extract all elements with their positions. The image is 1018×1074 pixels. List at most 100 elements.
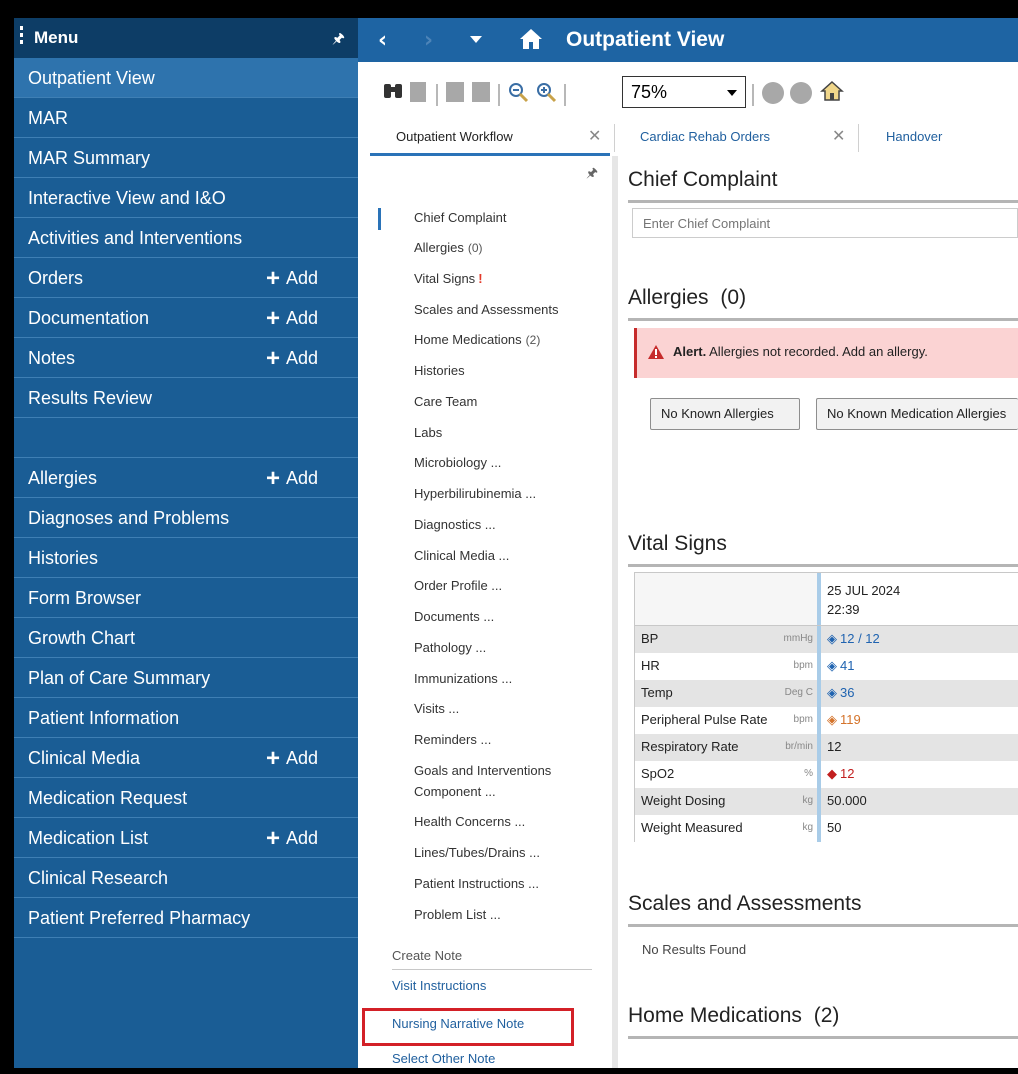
chief-complaint-input[interactable]: [641, 209, 1005, 237]
zoom-select[interactable]: 75%: [622, 76, 746, 108]
workflow-item[interactable]: Chief Complaint: [414, 208, 507, 228]
sidebar-item-diagnoses-and-problems[interactable]: Diagnoses and Problems: [14, 498, 358, 538]
workflow-item[interactable]: Scales and Assessments: [414, 300, 559, 320]
sidebar-item-medication-list[interactable]: Medication List + Add: [14, 818, 358, 858]
sidebar-item-orders[interactable]: Orders + Add: [14, 258, 358, 298]
workflow-item[interactable]: Allergies (0): [414, 238, 483, 258]
sidebar-item-allergies[interactable]: Allergies + Add: [14, 458, 358, 498]
binoculars-icon[interactable]: [382, 82, 404, 102]
pin-icon[interactable]: 🖈: [332, 28, 345, 52]
tab-outpatient-workflow[interactable]: Outpatient Workflow ✕: [370, 120, 610, 156]
add-button[interactable]: + Add: [266, 738, 318, 779]
add-label: Add: [285, 828, 318, 848]
add-button[interactable]: + Add: [266, 818, 318, 859]
workflow-item[interactable]: Problem List ...: [414, 905, 501, 925]
tab-handover[interactable]: Handover: [862, 120, 1018, 156]
sidebar-item-interactive-view-and-i-o[interactable]: Interactive View and I&O: [14, 178, 358, 218]
add-button[interactable]: + Add: [266, 258, 318, 299]
forward-icon[interactable]: ›: [424, 28, 433, 53]
history-dropdown-icon[interactable]: [470, 36, 482, 43]
sidebar-item-plan-of-care-summary[interactable]: Plan of Care Summary: [14, 658, 358, 698]
column-marker: [817, 734, 821, 761]
view-header: ‹ › Outpatient View: [358, 18, 1018, 62]
workflow-item[interactable]: Diagnostics ...: [414, 515, 496, 535]
sidebar-item-activities-and-interventions[interactable]: Activities and Interventions: [14, 218, 358, 258]
next-page-icon[interactable]: [472, 82, 490, 102]
sidebar-item-form-browser[interactable]: Form Browser: [14, 578, 358, 618]
workflow-item[interactable]: Microbiology ...: [414, 453, 501, 473]
workflow-item[interactable]: Histories: [414, 361, 465, 381]
tab-cardiac-rehab-orders[interactable]: Cardiac Rehab Orders ✕: [618, 120, 858, 156]
workflow-item[interactable]: Care Team: [414, 392, 477, 412]
workflow-item[interactable]: Health Concerns ...: [414, 812, 525, 832]
add-button[interactable]: + Add: [266, 338, 318, 379]
grip-icon[interactable]: [20, 26, 23, 50]
add-button[interactable]: + Add: [266, 458, 318, 499]
vital-value[interactable]: 12: [827, 739, 841, 754]
workflow-item[interactable]: Documents ...: [414, 607, 494, 627]
workflow-item-label: Hyperbilirubinemia ...: [414, 486, 537, 501]
workflow-item[interactable]: Reminders ...: [414, 730, 491, 750]
workflow-item[interactable]: Visits ...: [414, 699, 459, 719]
zoom-in-icon[interactable]: [536, 82, 558, 104]
workflow-item[interactable]: Home Medications (2): [414, 330, 540, 350]
sidebar-item-mar-summary[interactable]: MAR Summary: [14, 138, 358, 178]
workflow-item[interactable]: Labs: [414, 423, 442, 443]
sidebar-item-medication-request[interactable]: Medication Request: [14, 778, 358, 818]
visit-instructions-link[interactable]: Visit Instructions: [392, 978, 486, 993]
vital-value[interactable]: ◈ 36: [827, 685, 854, 701]
vital-value[interactable]: ◆ 12: [827, 766, 854, 782]
sidebar-item-patient-preferred-pharmacy[interactable]: Patient Preferred Pharmacy: [14, 898, 358, 938]
circle-button-icon[interactable]: [762, 82, 784, 104]
sidebar-item-histories[interactable]: Histories: [14, 538, 358, 578]
highlight-box: [362, 1008, 574, 1046]
close-icon[interactable]: ✕: [588, 120, 601, 154]
sidebar-item-outpatient-view[interactable]: Outpatient View: [14, 58, 358, 98]
sidebar-item-mar[interactable]: MAR: [14, 98, 358, 138]
vital-value[interactable]: 50: [827, 820, 841, 835]
no-known-medication-allergies-button[interactable]: No Known Medication Allergies: [816, 398, 1018, 430]
workflow-item[interactable]: Hyperbilirubinemia ...: [414, 484, 536, 504]
vital-value[interactable]: ◈ 119: [827, 712, 861, 728]
workflow-item[interactable]: Goals and Interventions: [414, 761, 551, 781]
workflow-item[interactable]: Immunizations ...: [414, 669, 512, 689]
scales-title: Scales and Assessments: [628, 892, 862, 915]
vital-name: Respiratory Rate: [641, 739, 739, 754]
previous-page-icon[interactable]: [446, 82, 464, 102]
sidebar-item-patient-information[interactable]: Patient Information: [14, 698, 358, 738]
select-other-note-link[interactable]: Select Other Note: [392, 1051, 495, 1066]
sidebar-item-results-review[interactable]: Results Review: [14, 378, 358, 418]
sidebar-item-documentation[interactable]: Documentation + Add: [14, 298, 358, 338]
sidebar-item-notes[interactable]: Notes + Add: [14, 338, 358, 378]
vital-value[interactable]: 50.000: [827, 793, 867, 808]
workflow-item[interactable]: Patient Instructions ...: [414, 874, 539, 894]
close-icon[interactable]: ✕: [832, 120, 845, 154]
vital-rows: BP mmHg ◈ 12 / 12 HR bpm ◈ 41 Temp Deg C ◈ 36 Periph…: [635, 626, 1018, 842]
home-icon[interactable]: [518, 27, 544, 51]
add-button[interactable]: + Add: [266, 298, 318, 339]
no-known-allergies-button[interactable]: No Known Allergies: [650, 398, 800, 430]
workflow-item[interactable]: Pathology ...: [414, 638, 486, 658]
sidebar-item-growth-chart[interactable]: Growth Chart: [14, 618, 358, 658]
section-rule: [628, 564, 1018, 567]
add-label: Add: [285, 348, 318, 368]
workflow-item-count: (0): [467, 241, 483, 255]
sidebar-item-label: MAR Summary: [28, 148, 151, 168]
sidebar-item-clinical-media[interactable]: Clinical Media + Add: [14, 738, 358, 778]
workflow-item[interactable]: Vital Signs!: [414, 269, 483, 289]
workflow-item[interactable]: Order Profile ...: [414, 576, 502, 596]
menu-header: Menu 🖈: [14, 18, 358, 58]
workflow-item[interactable]: Lines/Tubes/Drains ...: [414, 843, 540, 863]
document-icon[interactable]: [410, 82, 426, 102]
vital-value[interactable]: ◈ 41: [827, 658, 854, 674]
chief-complaint-field[interactable]: [632, 208, 1018, 238]
circle-button-icon[interactable]: [790, 82, 812, 104]
back-icon[interactable]: ‹: [378, 28, 387, 53]
workflow-item[interactable]: Clinical Media ...: [414, 546, 509, 566]
pin-icon[interactable]: 🖈: [586, 164, 598, 186]
home-outline-icon[interactable]: [820, 80, 844, 102]
zoom-out-icon[interactable]: [508, 82, 530, 104]
vital-value[interactable]: ◈ 12 / 12: [827, 631, 880, 647]
sidebar-item-label: Plan of Care Summary: [28, 668, 211, 688]
sidebar-item-clinical-research[interactable]: Clinical Research: [14, 858, 358, 898]
